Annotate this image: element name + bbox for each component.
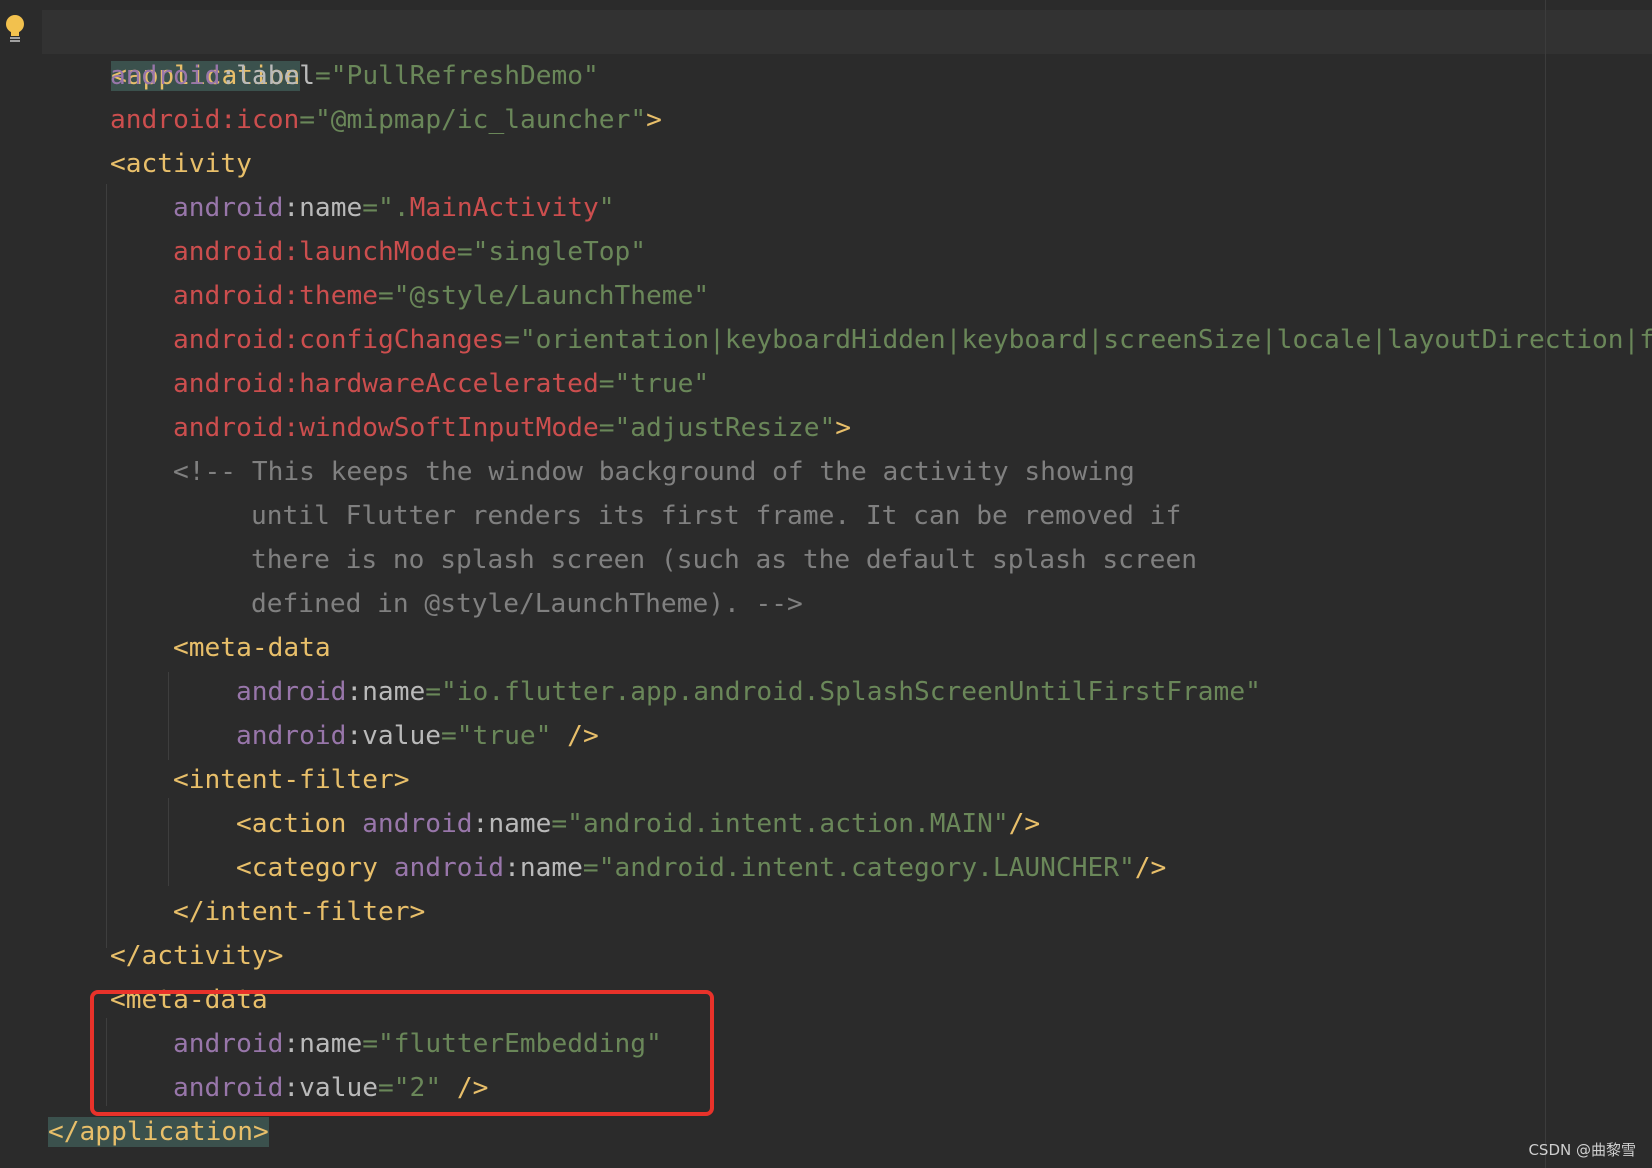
xml-tag: <intent-filter>: [173, 765, 410, 795]
attr-name: name: [362, 677, 426, 707]
attr-value: android.intent.action.MAIN: [582, 809, 993, 839]
attr-namespace: android: [173, 281, 284, 311]
attr-name: windowSoftInputMode: [299, 413, 599, 443]
attr-name: hardwareAccelerated: [299, 369, 599, 399]
code-comment-line[interactable]: until Flutter renders its first frame. I…: [251, 494, 1181, 538]
attr-value: io.flutter.app.android.SplashScreenUntil…: [456, 677, 1246, 707]
attr-value: @style/LaunchTheme: [409, 281, 694, 311]
code-comment-line[interactable]: defined in @style/LaunchTheme). -->: [251, 582, 803, 626]
attr-namespace: android: [236, 677, 347, 707]
code-line[interactable]: android:configChanges="orientation|keybo…: [173, 318, 1652, 362]
xml-tag: </intent-filter>: [173, 897, 426, 927]
attr-value: @mipmap/ic_launcher: [330, 105, 631, 135]
attr-value: PullRefreshDemo: [346, 61, 584, 91]
attr-namespace: android: [173, 193, 284, 223]
tag-close: />: [441, 1073, 489, 1103]
code-line[interactable]: android:theme="@style/LaunchTheme": [173, 274, 709, 318]
attr-value: MainActivity: [409, 193, 599, 223]
attr-name: icon: [236, 105, 300, 135]
attr-namespace: android: [173, 413, 284, 443]
attr-name: name: [299, 1029, 363, 1059]
code-line[interactable]: android:name=".MainActivity": [173, 186, 615, 230]
code-comment-line[interactable]: there is no splash screen (such as the d…: [251, 538, 1197, 582]
tag-close: >: [835, 413, 852, 443]
xml-tag: </application>: [48, 1117, 269, 1147]
tag-close: />: [551, 721, 599, 751]
attr-name: value: [362, 721, 441, 751]
xml-tag: <meta-data: [110, 985, 268, 1015]
attr-namespace: android: [173, 325, 284, 355]
code-editor[interactable]: <application android:label="PullRefreshD…: [0, 0, 1652, 1168]
code-line[interactable]: <activity: [110, 142, 252, 186]
attr-namespace: android: [173, 1073, 284, 1103]
attr-namespace: android: [110, 105, 221, 135]
attr-name: value: [299, 1073, 378, 1103]
lightbulb-icon[interactable]: [4, 14, 26, 44]
code-line[interactable]: <action android:name="android.intent.act…: [236, 802, 1040, 846]
attr-name: configChanges: [299, 325, 505, 355]
code-line[interactable]: android:value="2" />: [173, 1066, 488, 1110]
attr-namespace: android: [236, 721, 347, 751]
xml-tag: <meta-data: [173, 633, 331, 663]
code-line[interactable]: android:hardwareAccelerated="true": [173, 362, 709, 406]
attr-value: android.intent.category.LAUNCHER: [614, 853, 1119, 883]
attr-value: adjustResize: [630, 413, 820, 443]
code-line[interactable]: <meta-data: [173, 626, 331, 670]
attr-value: flutterEmbedding: [393, 1029, 647, 1059]
code-line[interactable]: android:windowSoftInputMode="adjustResiz…: [173, 406, 851, 450]
code-line[interactable]: </activity>: [110, 934, 283, 978]
indent-guide: [106, 1018, 107, 1106]
xml-tag: <category: [236, 853, 378, 883]
attr-name: theme: [299, 281, 378, 311]
editor-gutter[interactable]: [0, 0, 42, 1168]
attr-name: name: [488, 809, 552, 839]
code-line[interactable]: <intent-filter>: [173, 758, 410, 802]
tag-close: >: [646, 105, 662, 135]
code-line[interactable]: </application>: [48, 1110, 269, 1154]
xml-tag: </activity>: [110, 941, 284, 971]
attr-value-prefix: .: [393, 193, 410, 223]
code-line[interactable]: android:label="PullRefreshDemo": [110, 54, 599, 98]
attr-value: singleTop: [488, 237, 631, 267]
code-line[interactable]: <meta-data: [110, 978, 268, 1022]
attr-name: launchMode: [299, 237, 457, 267]
code-line[interactable]: android:name="flutterEmbedding": [173, 1022, 662, 1066]
attr-value: true: [472, 721, 536, 751]
code-line[interactable]: <category android:name="android.intent.c…: [236, 846, 1166, 890]
attr-namespace: android: [173, 1029, 284, 1059]
attr-name: label: [236, 61, 315, 91]
xml-tag: <activity: [110, 149, 252, 179]
attr-value: true: [630, 369, 694, 399]
tag-close: />: [1008, 809, 1041, 839]
code-line[interactable]: android:launchMode="singleTop": [173, 230, 646, 274]
right-margin-guide: [1545, 0, 1546, 1168]
attr-namespace: android: [362, 809, 473, 839]
attr-namespace: android: [173, 237, 284, 267]
attr-namespace: android: [110, 61, 221, 91]
code-line[interactable]: android:name="io.flutter.app.android.Spl…: [236, 670, 1261, 714]
indent-guide: [106, 184, 107, 948]
attr-namespace: android: [393, 853, 505, 883]
attr-name: name: [519, 853, 583, 883]
attr-name: name: [299, 193, 363, 223]
tag-close: />: [1134, 853, 1167, 883]
indent-guide: [168, 672, 169, 760]
code-comment-line[interactable]: <!-- This keeps the window background of…: [173, 450, 1135, 494]
watermark: CSDN @曲黎雪: [1528, 1141, 1636, 1159]
code-line[interactable]: <application: [48, 10, 301, 91]
attr-value: orientation|keyboardHidden|keyboard|scre…: [535, 325, 1652, 355]
code-line[interactable]: android:value="true" />: [236, 714, 599, 758]
code-line[interactable]: android:icon="@mipmap/ic_launcher">: [110, 98, 662, 142]
attr-value: 2: [409, 1073, 426, 1103]
xml-tag: <action: [236, 809, 347, 839]
code-line[interactable]: </intent-filter>: [173, 890, 425, 934]
attr-namespace: android: [173, 369, 284, 399]
indent-guide: [168, 798, 169, 886]
